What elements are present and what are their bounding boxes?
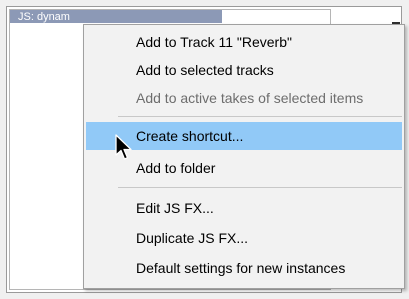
menu-separator bbox=[118, 187, 402, 188]
menu-item-edit-js-fx[interactable]: Edit JS FX... bbox=[86, 194, 402, 222]
fx-list-item[interactable]: JS: utility/ bbox=[18, 71, 65, 83]
menu-item-add-to-active-takes: Add to active takes of selected items bbox=[86, 84, 402, 112]
menu-item-duplicate-js-fx[interactable]: Duplicate JS FX... bbox=[86, 224, 402, 252]
arrow-pointer-icon bbox=[114, 134, 136, 162]
fx-list-item[interactable]: JS: synthe bbox=[18, 59, 69, 71]
menu-item-label: Add to selected tracks bbox=[136, 62, 274, 78]
fx-list-item[interactable]: JS: meters bbox=[18, 47, 71, 59]
menu-item-label: Edit JS FX... bbox=[136, 200, 214, 216]
menu-item-label: Add to active takes of selected items bbox=[136, 90, 364, 106]
menu-item-label: Create shortcut... bbox=[136, 128, 244, 144]
menu-item-add-to-selected-tracks[interactable]: Add to selected tracks bbox=[86, 56, 402, 84]
menu-item-add-to-track[interactable]: Add to Track 11 "Reverb" bbox=[86, 28, 402, 56]
menu-item-label: Add to folder bbox=[136, 160, 216, 176]
menu-item-label: Default settings for new instances bbox=[136, 260, 346, 276]
menu-item-label: Add to Track 11 "Reverb" bbox=[136, 34, 292, 50]
fx-list-item[interactable]: JS: dynam bbox=[18, 11, 70, 23]
menu-item-label: Duplicate JS FX... bbox=[136, 230, 249, 246]
fx-list-item[interactable]: JS: loopsa bbox=[18, 35, 69, 47]
fx-list-item[interactable]: JS: dynam bbox=[18, 23, 70, 35]
menu-item-default-settings[interactable]: Default settings for new instances bbox=[86, 254, 402, 282]
menu-separator bbox=[118, 116, 402, 117]
